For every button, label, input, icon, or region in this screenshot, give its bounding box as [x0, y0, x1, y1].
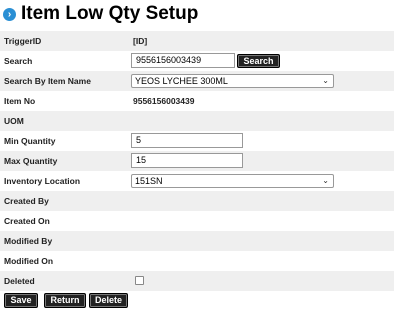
created-on-label: Created On: [4, 216, 50, 226]
row-search: Search 9556156003439 Search: [0, 51, 394, 71]
row-created-on: Created On: [0, 211, 394, 231]
min-quantity-label: Min Quantity: [4, 136, 56, 146]
search-input[interactable]: 9556156003439: [131, 53, 235, 68]
max-quantity-input[interactable]: 15: [131, 153, 243, 168]
trigger-id-value: [ID]: [133, 36, 148, 46]
trigger-id-label: TriggerID: [4, 36, 42, 46]
search-label: Search: [4, 56, 33, 66]
row-max-quantity: Max Quantity 15: [0, 151, 394, 171]
deleted-checkbox[interactable]: [135, 276, 144, 285]
search-by-item-name-label: Search By Item Name: [4, 76, 91, 86]
search-button[interactable]: Search: [237, 54, 280, 68]
row-item-no: Item No 9556156003439: [0, 91, 394, 111]
item-low-qty-form: TriggerID [ID] Search 9556156003439 Sear…: [0, 31, 394, 291]
chevron-right-circle-icon: ›: [3, 8, 16, 21]
row-uom: UOM: [0, 111, 394, 131]
deleted-label: Deleted: [4, 276, 35, 286]
chevron-down-icon: ⌄: [322, 176, 329, 185]
inventory-location-select[interactable]: 151SN ⌄: [131, 174, 334, 188]
inventory-location-selected: 151SN: [135, 176, 163, 186]
min-quantity-input[interactable]: 5: [131, 133, 243, 148]
chevron-down-icon: ⌄: [322, 76, 329, 85]
row-min-quantity: Min Quantity 5: [0, 131, 394, 151]
return-button[interactable]: Return: [44, 293, 86, 308]
row-created-by: Created By: [0, 191, 394, 211]
row-modified-by: Modified By: [0, 231, 394, 251]
item-no-value: 9556156003439: [133, 96, 195, 106]
delete-button[interactable]: Delete: [89, 293, 128, 308]
item-no-label: Item No: [4, 96, 36, 106]
row-modified-on: Modified On: [0, 251, 394, 271]
created-by-label: Created By: [4, 196, 49, 206]
row-search-by-item-name: Search By Item Name YEOS LYCHEE 300ML ⌄: [0, 71, 394, 91]
action-bar: Save Return Delete: [0, 293, 399, 309]
item-name-select[interactable]: YEOS LYCHEE 300ML ⌄: [131, 74, 334, 88]
row-trigger-id: TriggerID [ID]: [0, 31, 394, 51]
modified-by-label: Modified By: [4, 236, 53, 246]
row-deleted: Deleted: [0, 271, 394, 291]
inventory-location-label: Inventory Location: [4, 176, 81, 186]
max-quantity-label: Max Quantity: [4, 156, 58, 166]
item-name-selected: YEOS LYCHEE 300ML: [135, 76, 228, 86]
uom-label: UOM: [4, 116, 24, 126]
page-title: Item Low Qty Setup: [21, 3, 199, 24]
row-inventory-location: Inventory Location 151SN ⌄: [0, 171, 394, 191]
page-header: › Item Low Qty Setup: [0, 0, 399, 30]
save-button[interactable]: Save: [4, 293, 38, 308]
modified-on-label: Modified On: [4, 256, 54, 266]
